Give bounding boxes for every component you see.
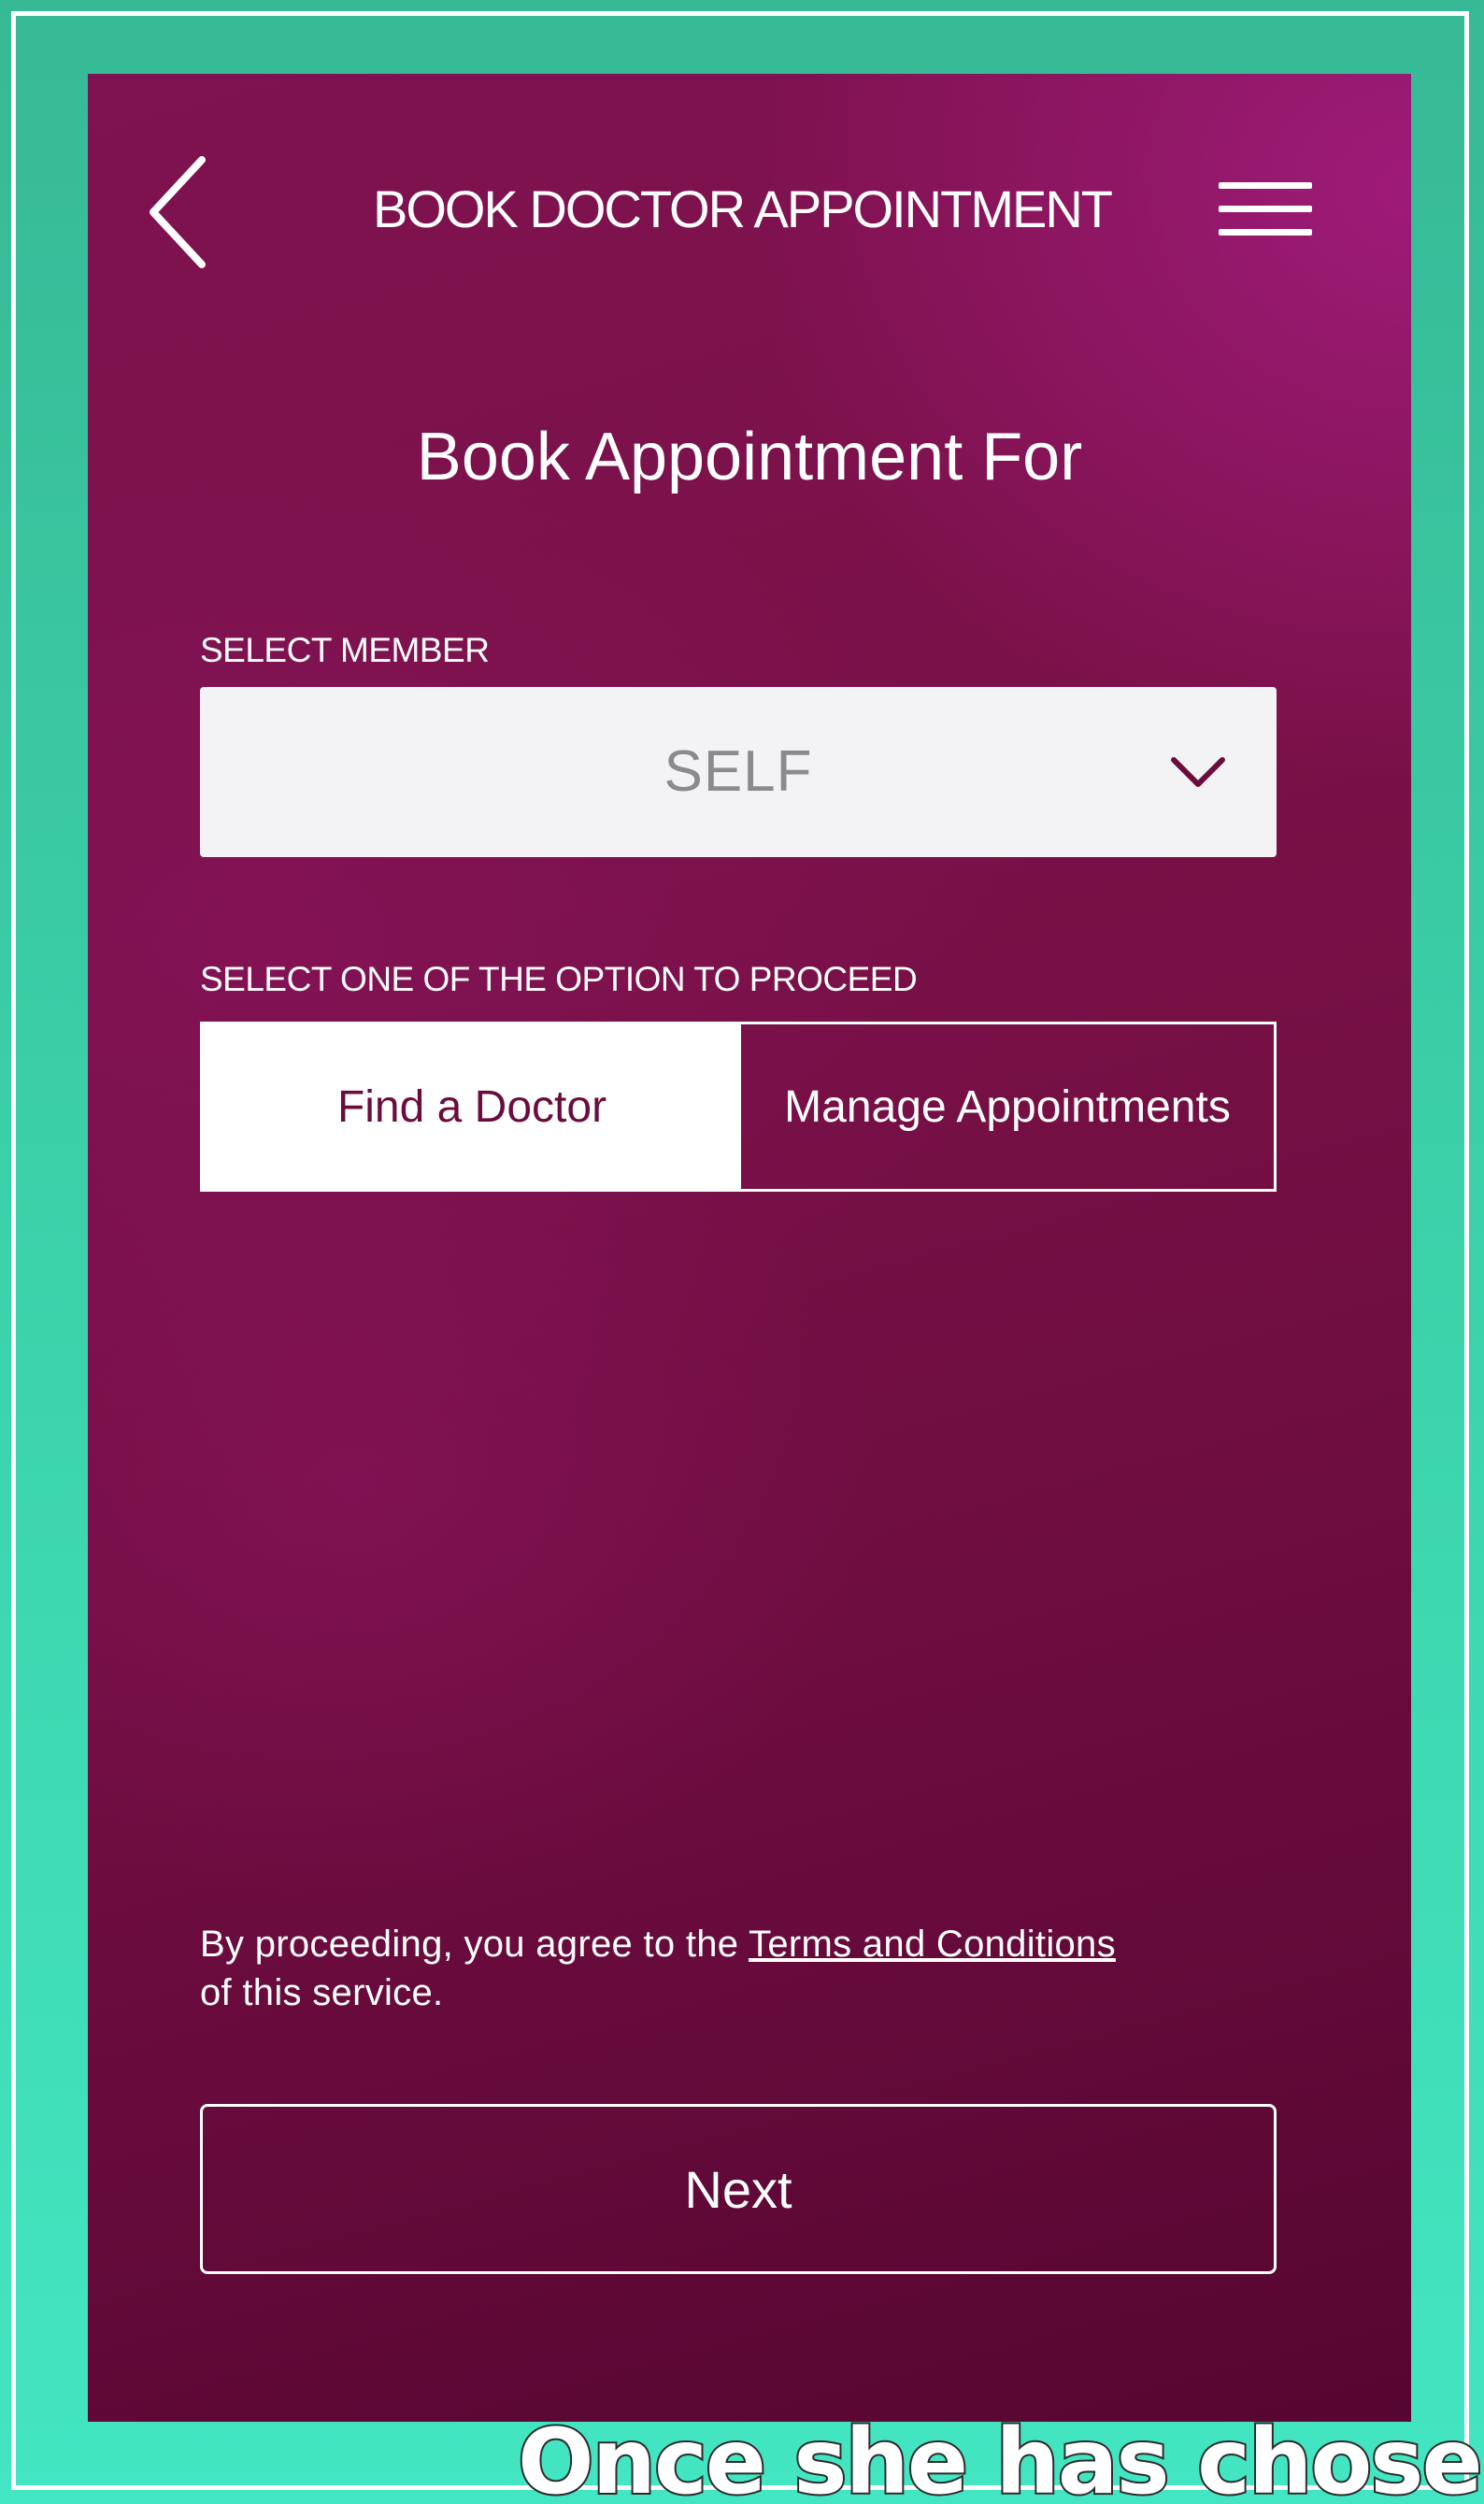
find-doctor-option[interactable]: Find a Doctor bbox=[203, 1024, 741, 1189]
chevron-left-icon bbox=[150, 156, 206, 268]
manage-appointments-option[interactable]: Manage Appointments bbox=[741, 1024, 1274, 1189]
menu-button[interactable] bbox=[1219, 175, 1316, 242]
page-heading: Book Appointment For bbox=[88, 410, 1411, 504]
video-frame: BOOK DOCTOR APPOINTMENT Book Appointment… bbox=[0, 0, 1484, 2504]
options-label: SELECT ONE OF THE OPTION TO PROCEED bbox=[200, 960, 918, 998]
video-caption: Once she has chosen bbox=[516, 2410, 1484, 2504]
chevron-down-icon bbox=[1171, 757, 1225, 787]
app-screen: BOOK DOCTOR APPOINTMENT Book Appointment… bbox=[88, 74, 1411, 2422]
select-member-label: SELECT MEMBER bbox=[200, 631, 490, 669]
header-title-bold: APPOINTMENT bbox=[753, 179, 1113, 238]
member-select-value: SELF bbox=[664, 739, 813, 804]
back-button[interactable] bbox=[144, 154, 211, 270]
terms-link[interactable]: Terms and Conditions bbox=[749, 1924, 1116, 1965]
option-selector: Find a Doctor Manage Appointments bbox=[200, 1022, 1277, 1192]
member-select[interactable]: SELF bbox=[200, 687, 1277, 857]
page-heading-strong: Appointment For bbox=[584, 420, 1083, 494]
terms-prefix: By proceeding, you agree to the bbox=[200, 1924, 749, 1965]
page-heading-light: Book bbox=[416, 420, 570, 494]
header-title: BOOK DOCTOR APPOINTMENT bbox=[275, 177, 1209, 242]
terms-suffix: of this service. bbox=[200, 1972, 444, 2013]
terms-text: By proceeding, you agree to the Terms an… bbox=[200, 1920, 1284, 2017]
next-button[interactable]: Next bbox=[200, 2104, 1277, 2274]
header-title-light: BOOK DOCTOR bbox=[373, 179, 746, 238]
